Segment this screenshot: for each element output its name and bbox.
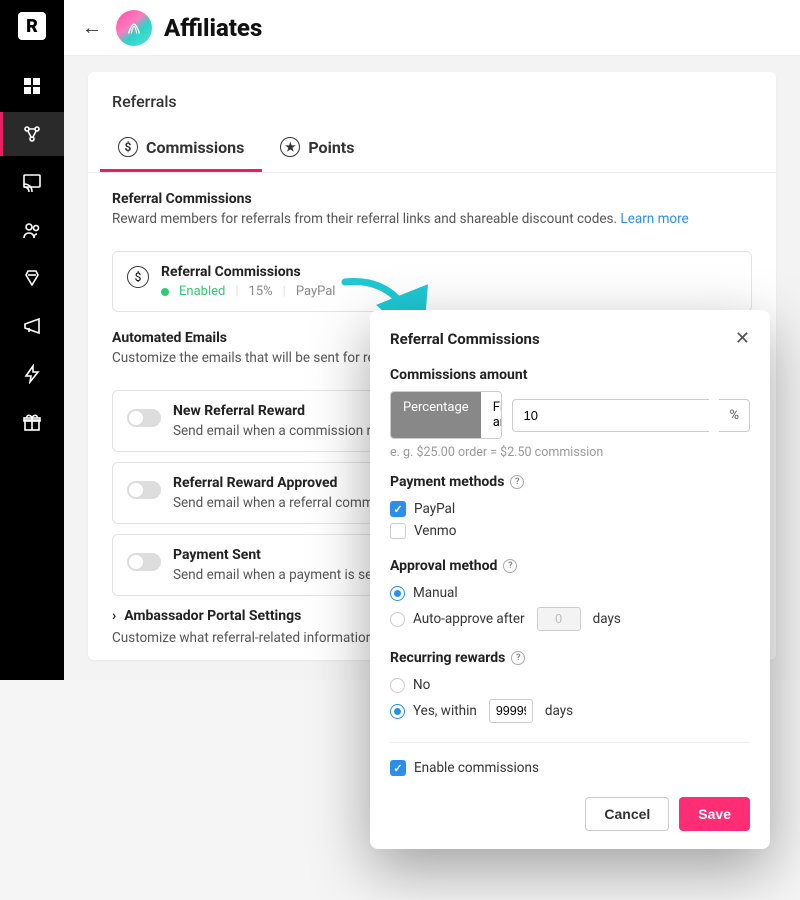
toggle[interactable] [127, 481, 161, 499]
amount-label: Commissions amount [390, 367, 750, 383]
toggle[interactable] [127, 553, 161, 571]
recurring-label: Recurring rewards? [390, 650, 750, 666]
nav-members[interactable] [0, 208, 64, 252]
section-heading: Referral Commissions [112, 191, 752, 207]
help-icon[interactable]: ? [503, 559, 517, 573]
recurring-yes-radio[interactable]: Yes, withindays [390, 696, 750, 726]
amount-hint: e. g. $25.00 order = $2.50 commission [390, 445, 750, 460]
auto-days-input[interactable] [537, 607, 581, 631]
tab-label: Commissions [146, 138, 244, 157]
row-meta: Enabled | 15% | PayPal [161, 284, 737, 299]
tab-label: Points [308, 138, 354, 157]
percentage-option[interactable]: Percentage [391, 392, 481, 438]
learn-more-link[interactable]: Learn more [620, 211, 688, 227]
recurring-days-input[interactable] [489, 699, 533, 723]
dollar-icon: $ [127, 266, 149, 288]
tab-commissions[interactable]: $ Commissions [100, 125, 262, 172]
recurring-no-radio[interactable]: No [390, 674, 750, 696]
amount-input[interactable] [512, 399, 709, 432]
app-logo[interactable]: R [18, 12, 46, 40]
nav-campaigns[interactable] [0, 304, 64, 348]
amount-unit: % [719, 399, 750, 432]
tabs: $ Commissions ★ Points [88, 125, 776, 173]
fixed-amount-option[interactable]: Fixed amount [481, 392, 503, 438]
paypal-checkbox[interactable]: PayPal [390, 498, 750, 520]
sidebar: R [0, 0, 64, 680]
nav-gifts[interactable] [0, 400, 64, 444]
auto-approve-radio[interactable]: Auto-approve afterdays [390, 604, 750, 634]
enable-commissions-checkbox[interactable]: Enable commissions [390, 757, 750, 779]
referral-commissions-modal: Referral Commissions ✕ Commissions amoun… [370, 310, 770, 849]
close-icon[interactable]: ✕ [735, 328, 750, 349]
dollar-icon: $ [118, 137, 138, 157]
approval-label: Approval method? [390, 558, 750, 574]
nav-cast[interactable] [0, 160, 64, 204]
modal-title: Referral Commissions [390, 330, 540, 348]
referral-commissions-row[interactable]: $ Referral Commissions Enabled | 15% | P… [112, 251, 752, 312]
payment-label: Payment methods? [390, 474, 750, 490]
help-icon[interactable]: ? [510, 475, 524, 489]
amount-type-segment: Percentage Fixed amount [390, 391, 502, 439]
divider [390, 742, 750, 743]
nav-dashboard[interactable] [0, 64, 64, 108]
help-icon[interactable]: ? [511, 651, 525, 665]
cancel-button[interactable]: Cancel [585, 797, 669, 831]
manual-radio[interactable]: Manual [390, 582, 750, 604]
save-button[interactable]: Save [679, 797, 750, 831]
nav-rewards[interactable] [0, 256, 64, 300]
card-title: Referrals [88, 72, 776, 125]
row-title: Referral Commissions [161, 264, 737, 280]
nav-automations[interactable] [0, 352, 64, 396]
chevron-right-icon: › [112, 608, 116, 624]
brand-avatar [116, 10, 152, 46]
back-icon[interactable]: ← [82, 15, 102, 40]
page-title: Affiliates [164, 14, 262, 42]
section-desc: Reward members for referrals from their … [112, 211, 752, 227]
star-icon: ★ [280, 137, 300, 157]
venmo-checkbox[interactable]: Venmo [390, 520, 750, 542]
toggle[interactable] [127, 409, 161, 427]
nav-affiliates[interactable] [0, 112, 64, 156]
page-header: ← Affiliates [64, 0, 800, 56]
status-dot-icon [161, 288, 169, 296]
tab-points[interactable]: ★ Points [262, 125, 372, 172]
